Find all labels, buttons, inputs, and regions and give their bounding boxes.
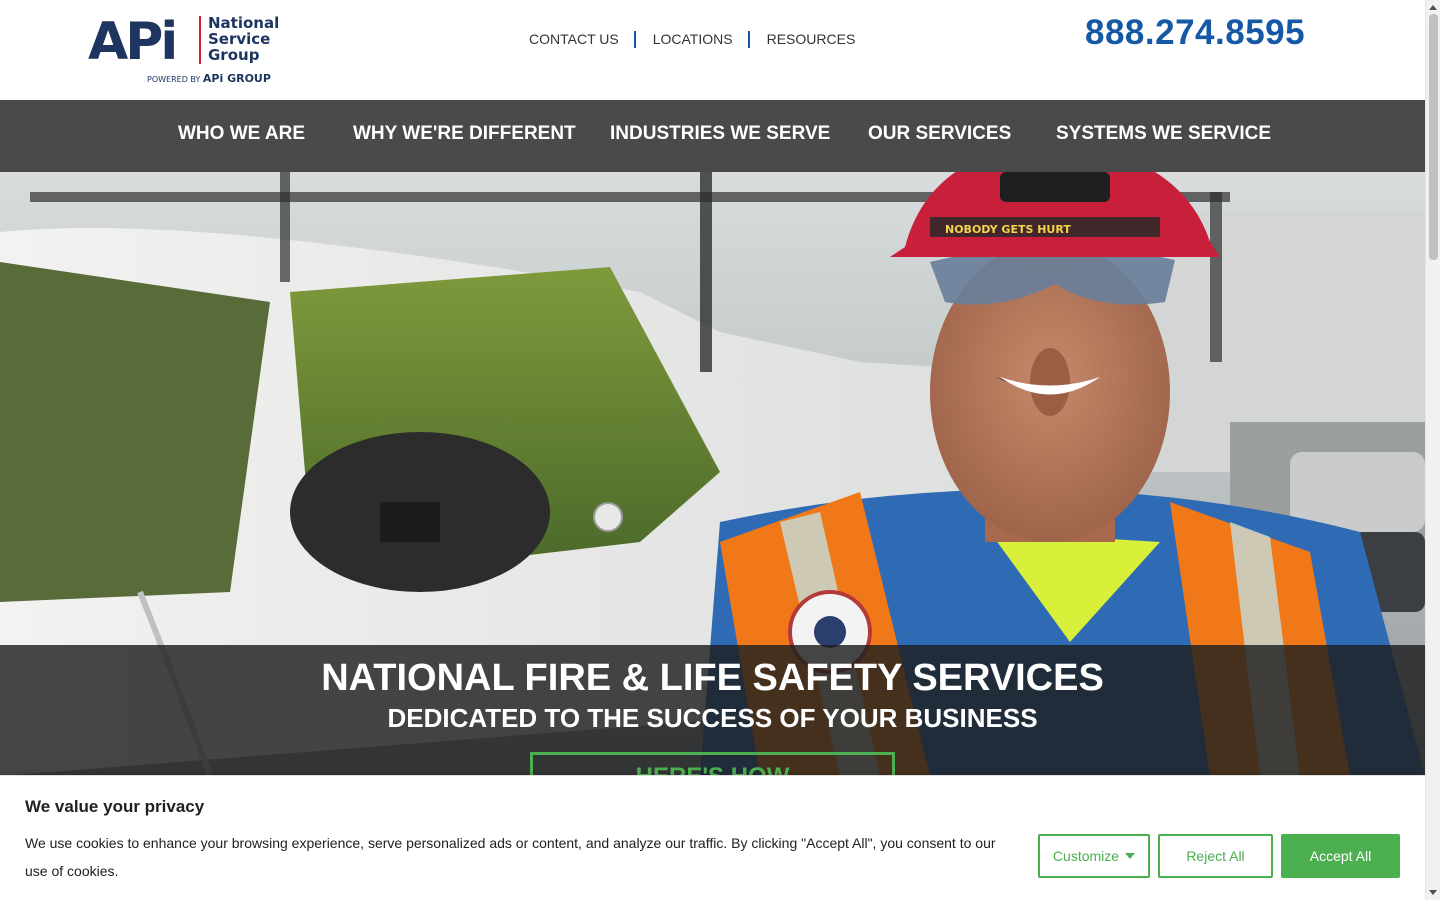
page-scrollbar[interactable]	[1425, 0, 1440, 900]
site-header: APi National Service Group POWERED BY AP…	[0, 0, 1425, 100]
hero-section: NOBODY GETS HURT NATIONAL FIRE & LIFE SA…	[0, 172, 1425, 776]
powered-by-brand: APi GROUP	[202, 72, 271, 85]
divider	[747, 30, 750, 48]
hero-title: NATIONAL FIRE & LIFE SAFETY SERVICES	[321, 657, 1104, 699]
scroll-down-arrow-icon[interactable]	[1429, 890, 1437, 895]
logo-divider	[199, 16, 201, 64]
nav-item-who-we-are[interactable]: WHO WE ARE	[178, 123, 305, 145]
contact-us-link[interactable]: CONTACT US	[529, 31, 619, 47]
reject-all-button[interactable]: Reject All	[1158, 834, 1273, 878]
heres-how-button[interactable]: HERE'S HOW	[530, 752, 895, 776]
hero-subtitle: DEDICATED TO THE SUCCESS OF YOUR BUSINES…	[387, 703, 1038, 733]
nav-item-why-were-different[interactable]: WHY WE'RE DIFFERENT	[353, 123, 576, 145]
logo-line: National	[208, 14, 280, 32]
cookie-banner-title: We value your privacy	[25, 797, 205, 816]
logo-mark: APi	[88, 12, 178, 72]
customize-label: Customize	[1052, 848, 1120, 864]
logo-line: Service	[208, 30, 271, 48]
logo-line: Group	[208, 46, 260, 64]
api-logo[interactable]: APi National Service Group POWERED BY AP…	[88, 12, 279, 88]
locations-link[interactable]: LOCATIONS	[653, 31, 733, 47]
powered-by: POWERED BY APi GROUP	[147, 72, 271, 85]
caret-down-icon	[1125, 853, 1136, 859]
customize-button[interactable]: Customize	[1038, 834, 1150, 878]
divider	[633, 30, 636, 48]
nav-item-our-services[interactable]: OUR SERVICES	[868, 123, 1011, 145]
cookie-consent-banner: We value your privacy We use cookies to …	[0, 775, 1425, 900]
helmet-text: NOBODY GETS HURT	[945, 223, 1071, 236]
nav-item-industries-we-serve[interactable]: INDUSTRIES WE SERVE	[610, 123, 830, 145]
main-nav: WHO WE ARE WHY WE'RE DIFFERENT INDUSTRIE…	[0, 100, 1425, 172]
utility-nav: CONTACT US LOCATIONS RESOURCES	[529, 30, 855, 48]
powered-by-label: POWERED BY	[147, 75, 201, 84]
accept-all-button[interactable]: Accept All	[1281, 834, 1400, 878]
phone-number-link[interactable]: 888.274.8595	[1085, 13, 1305, 53]
scroll-up-arrow-icon[interactable]	[1429, 5, 1437, 10]
resources-link[interactable]: RESOURCES	[767, 31, 856, 47]
logo-wordmark: National Service Group	[208, 15, 279, 63]
scrollbar-thumb[interactable]	[1429, 14, 1438, 260]
nav-item-systems-we-service[interactable]: SYSTEMS WE SERVICE	[1056, 123, 1271, 145]
cookie-banner-text: We use cookies to enhance your browsing …	[25, 835, 996, 879]
